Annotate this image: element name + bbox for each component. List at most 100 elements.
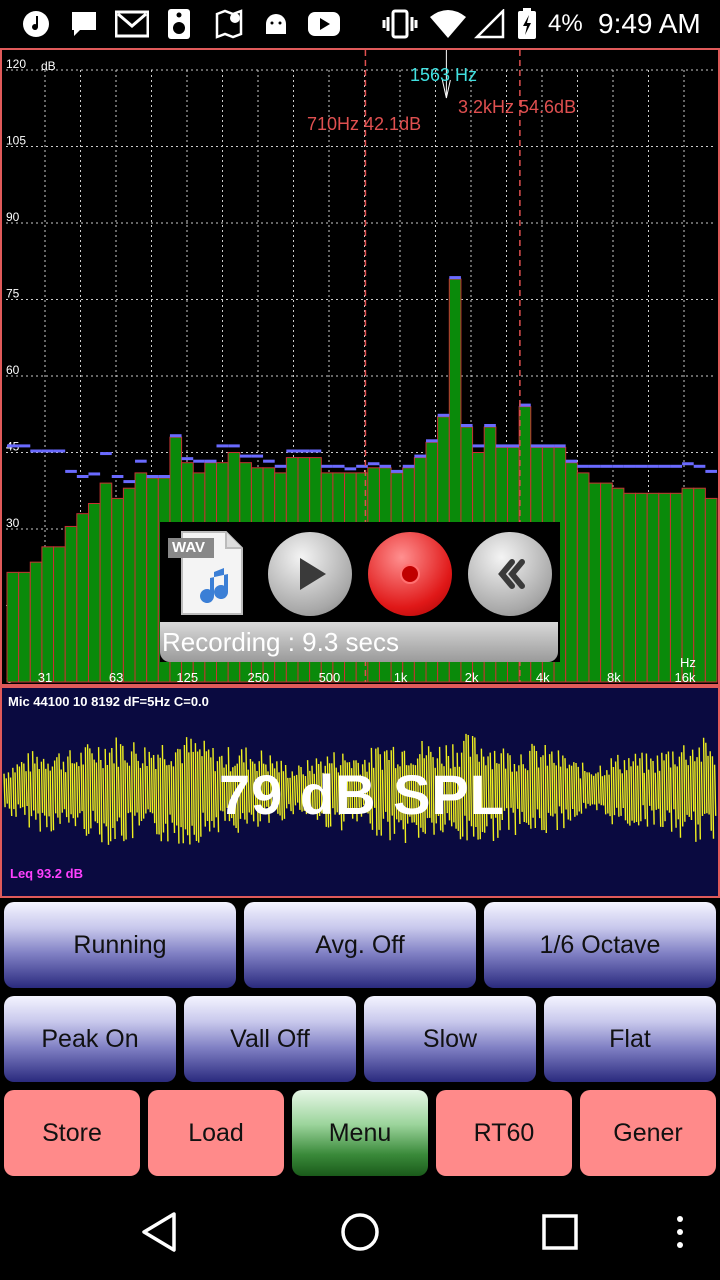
peak-hold-mark <box>18 444 31 448</box>
spectrum-bar <box>635 492 648 683</box>
valley-button[interactable]: Vall Off <box>184 996 356 1082</box>
peak-hold-mark <box>495 444 508 448</box>
spectrum-bar <box>669 492 683 683</box>
y-tick-label: 90 <box>6 210 20 224</box>
load-button[interactable]: Load <box>148 1090 284 1176</box>
x-tick-label: 4k <box>536 670 550 684</box>
x-tick-label: 63 <box>109 670 123 684</box>
peak-hold-mark <box>193 459 205 463</box>
peak-hold-mark <box>682 462 694 466</box>
back-icon[interactable] <box>138 1210 182 1254</box>
peak-hold-mark <box>65 469 77 473</box>
wav-label: WAV <box>172 539 206 556</box>
peak-hold-mark <box>670 464 683 468</box>
signal-icon <box>472 8 506 40</box>
overflow-menu-icon[interactable] <box>672 1214 688 1250</box>
average-button[interactable]: Avg. Off <box>244 902 476 988</box>
clock: 9:49 AM <box>598 8 701 39</box>
cursor-frequency-label: 1563 Hz <box>410 65 477 85</box>
generator-button[interactable]: Gener <box>580 1090 716 1176</box>
spectrum-bar <box>565 462 578 683</box>
waveform-panel[interactable]: Mic 44100 10 8192 dF=5Hz C=0.0 79 dB SPL… <box>0 686 720 898</box>
wav-file-icon[interactable]: WAV <box>166 528 246 618</box>
peak-hold-mark <box>519 403 531 407</box>
spectrum-bar <box>64 525 78 683</box>
y-tick-label: 30 <box>6 516 20 530</box>
peak-hold-mark <box>484 424 496 427</box>
peak-hold-mark <box>542 444 555 448</box>
peak-hold-mark <box>297 449 310 453</box>
peak-hold-mark <box>181 457 194 461</box>
peak-hold-mark <box>332 464 345 468</box>
peak-hold-mark <box>76 475 89 478</box>
vibrate-icon <box>382 8 418 40</box>
spectrum-bar <box>6 571 20 683</box>
home-icon[interactable] <box>339 1211 381 1253</box>
gmail-icon <box>114 8 150 40</box>
spectrum-bar <box>18 571 31 683</box>
response-speed-button[interactable]: Slow <box>364 996 536 1082</box>
spl-readout: 79 dB SPL <box>219 763 505 826</box>
peak-hold-mark <box>577 464 589 468</box>
spectrum-bar <box>76 513 89 683</box>
x-tick-label: 125 <box>176 670 198 684</box>
peak-hold-mark <box>449 276 461 280</box>
battery-percent: 4% <box>548 10 583 37</box>
spectrum-bar <box>134 472 148 683</box>
marker1-label: 710Hz 42.1dB <box>307 114 421 134</box>
peak-hold-mark <box>460 424 473 427</box>
maps-icon <box>212 8 246 40</box>
rewind-icon <box>498 559 525 589</box>
recording-status: Recording : 9.3 secs <box>160 622 558 662</box>
record-button[interactable] <box>368 532 452 616</box>
peak-hold-mark <box>612 464 624 468</box>
android-icon <box>262 8 290 40</box>
peak-hold-mark <box>309 449 322 453</box>
rewind-button[interactable] <box>468 532 552 616</box>
y-tick-label: 105 <box>6 134 26 148</box>
db-unit-label: dB <box>41 59 56 73</box>
spectrum-bar <box>600 482 613 683</box>
play-button[interactable] <box>268 532 352 616</box>
peak-hold-mark <box>635 464 648 468</box>
peak-hold-mark <box>100 452 112 456</box>
peak-hold-mark <box>367 462 380 466</box>
peak-hold-mark <box>30 449 42 453</box>
store-button[interactable]: Store <box>4 1090 140 1176</box>
peak-hold-mark <box>647 464 659 468</box>
spectrum-bar <box>146 477 159 683</box>
wifi-icon <box>428 8 468 40</box>
peak-hold-mark <box>228 444 240 448</box>
peak-hold-mark <box>135 459 147 463</box>
peak-button[interactable]: Peak On <box>4 996 176 1082</box>
peak-hold-mark <box>216 444 229 448</box>
menu-button[interactable]: Menu <box>292 1090 428 1176</box>
spectrum-bar <box>99 482 113 683</box>
peak-hold-mark <box>705 469 717 473</box>
spectrum-bar <box>53 546 66 683</box>
spectrum-bar <box>576 472 590 683</box>
peak-hold-mark <box>426 439 438 443</box>
y-tick-label: 60 <box>6 363 20 377</box>
recents-icon[interactable] <box>541 1213 579 1251</box>
peak-hold-mark <box>274 464 287 468</box>
peak-hold-mark <box>507 444 520 448</box>
spectrum-bar <box>623 492 637 683</box>
peak-hold-mark <box>263 459 275 463</box>
rt60-button[interactable]: RT60 <box>436 1090 572 1176</box>
spectrum-bar <box>111 497 124 683</box>
marker2-label: 3.2kHz 54.6dB <box>458 97 576 117</box>
peak-hold-mark <box>111 475 124 478</box>
play-icon <box>300 558 326 590</box>
chat-icon <box>68 8 100 40</box>
peak-hold-mark <box>600 464 613 468</box>
octave-button[interactable]: 1/6 Octave <box>484 902 716 988</box>
peak-hold-mark <box>251 454 264 458</box>
peak-hold-mark <box>146 475 159 478</box>
status-bar: 4% 9:49 AM <box>0 0 720 48</box>
running-button[interactable]: Running <box>4 902 236 988</box>
weighting-button[interactable]: Flat <box>544 996 716 1082</box>
spectrum-bar <box>611 487 625 683</box>
spectrum-bar <box>681 487 695 683</box>
navigation-bar <box>0 1184 720 1280</box>
